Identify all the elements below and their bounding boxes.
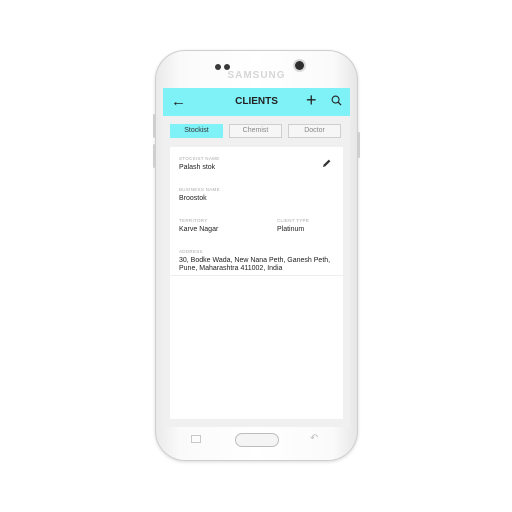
stockist-name-value: Palash stok	[179, 164, 216, 171]
recent-apps-key[interactable]	[191, 435, 201, 443]
client-details-card: STOCKIST NAME Palash stok BUSINESS NAME …	[170, 147, 343, 419]
page-title: CLIENTS	[235, 96, 278, 107]
power-button	[358, 132, 360, 158]
address-line-2: Pune, Maharashtra 411002, India	[179, 265, 283, 272]
business-name-label: BUSINESS NAME	[179, 187, 220, 192]
app-bar: ← CLIENTS +	[163, 88, 350, 116]
app-screen: ← CLIENTS + Stockist Chemist Doctor STOC…	[163, 88, 350, 427]
plus-icon[interactable]: +	[306, 90, 317, 110]
tab-stockist[interactable]: Stockist	[170, 124, 223, 138]
pencil-icon[interactable]	[322, 158, 332, 168]
business-name-value: Broostok	[179, 195, 207, 202]
tab-chemist[interactable]: Chemist	[229, 124, 282, 138]
address-label: ADDRESS	[179, 249, 203, 254]
address-line-1: 30, Bodke Wada, New Nana Peth, Ganesh Pe…	[179, 257, 331, 264]
home-button[interactable]	[235, 433, 279, 447]
search-icon[interactable]	[331, 95, 342, 106]
territory-label: TERRITORY	[179, 218, 208, 223]
back-key[interactable]: ↶	[310, 434, 318, 444]
client-type-tabs: Stockist Chemist Doctor	[170, 124, 344, 138]
front-camera	[295, 61, 304, 70]
stockist-name-label: STOCKIST NAME	[179, 156, 220, 161]
brand-logo: SAMSUNG	[227, 70, 286, 81]
tab-doctor[interactable]: Doctor	[288, 124, 341, 138]
divider	[170, 275, 343, 276]
volume-button	[153, 144, 155, 168]
client-type-value: Platinum	[277, 226, 305, 233]
volume-button	[153, 114, 155, 138]
territory-value: Karve Nagar	[179, 226, 219, 233]
client-type-label: CLIENT TYPE	[277, 218, 310, 223]
phone-frame: SAMSUNG ← CLIENTS + Stockist Chemist Doc…	[153, 50, 360, 461]
